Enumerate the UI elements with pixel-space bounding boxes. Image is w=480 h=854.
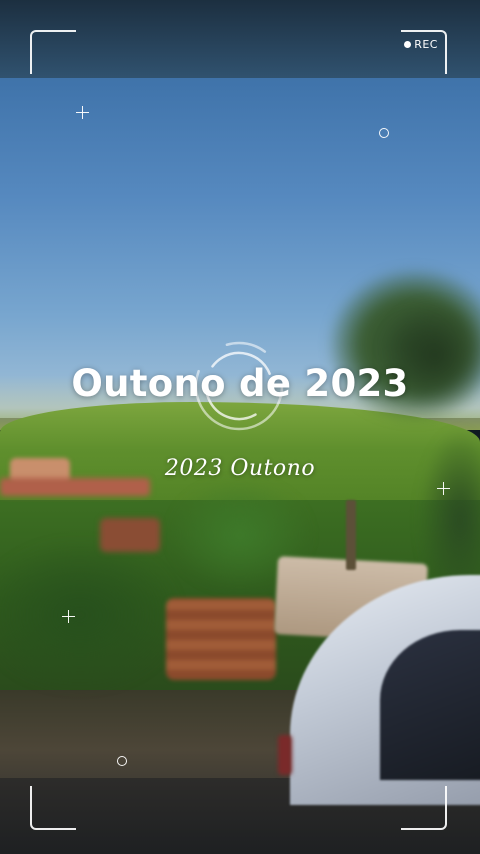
video-title: Outono de 2023 (71, 362, 409, 405)
plus-sparkle-icon (76, 106, 89, 119)
viewfinder-corner-top-right (401, 30, 447, 74)
plus-sparkle-icon (62, 610, 75, 623)
viewfinder-corner-bottom-left (30, 786, 76, 830)
brick-stack (166, 598, 276, 680)
ring-sparkle-icon (379, 128, 389, 138)
rec-label: REC (414, 38, 438, 51)
plus-sparkle-icon (437, 482, 450, 495)
viewfinder-corner-top-left (30, 30, 76, 74)
ring-sparkle-icon (117, 756, 127, 766)
rec-indicator: REC (404, 38, 438, 51)
car-tail-light (278, 735, 292, 775)
brick-stack-small (100, 518, 160, 552)
fence-post (346, 500, 356, 570)
video-frame: REC Outono de 2023 2023 Outono (0, 0, 480, 854)
rec-dot-icon (404, 41, 412, 48)
viewfinder-corner-bottom-right (401, 786, 447, 830)
video-subtitle: 2023 Outono (164, 456, 316, 481)
